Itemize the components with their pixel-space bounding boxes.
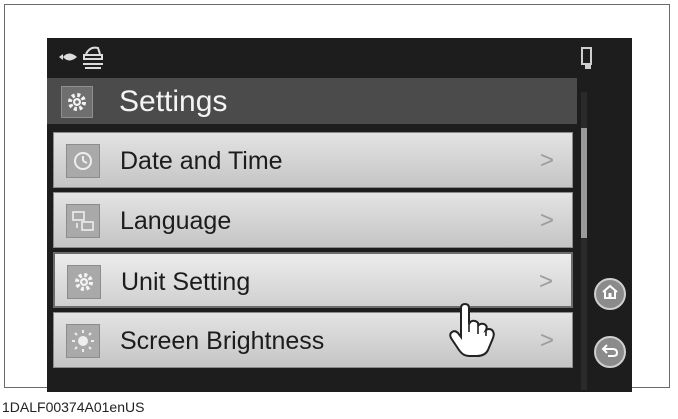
page-title: Settings [119,85,228,118]
language-icon [66,204,100,238]
menu-item-label: Unit Setting [121,268,251,296]
gear-icon [67,265,101,299]
menu-item-unit-setting[interactable]: Unit Setting > [53,252,573,308]
brightness-icon [66,324,100,358]
scrollbar-thumb[interactable] [581,128,587,238]
status-bar [47,38,632,78]
menu-item-label: Language [120,207,232,235]
fish-icon [57,50,79,69]
menu-item-label: Screen Brightness [120,327,325,355]
chevron-right-icon: > [539,147,554,174]
clock-icon [66,144,100,178]
home-icon [601,284,619,305]
device-status-icon [579,46,595,75]
scrollbar[interactable] [581,92,587,390]
settings-header: Settings [47,78,577,124]
menu-item-label: Date and Time [120,147,283,175]
chevron-right-icon: > [538,268,553,295]
vehicle-icon [81,44,105,75]
back-icon [601,342,619,363]
display-screen: Settings Date and Time > Language > Unit… [47,38,632,392]
menu-item-date-and-time[interactable]: Date and Time > [53,132,573,188]
chevron-right-icon: > [539,327,554,354]
menu-item-language[interactable]: Language > [53,192,573,248]
gear-icon [61,86,93,118]
back-button[interactable] [594,336,626,368]
hand-pointer-icon [447,302,497,363]
figure-caption: 1DALF00374A01enUS [2,399,145,415]
chevron-right-icon: > [539,207,554,234]
home-button[interactable] [594,278,626,310]
